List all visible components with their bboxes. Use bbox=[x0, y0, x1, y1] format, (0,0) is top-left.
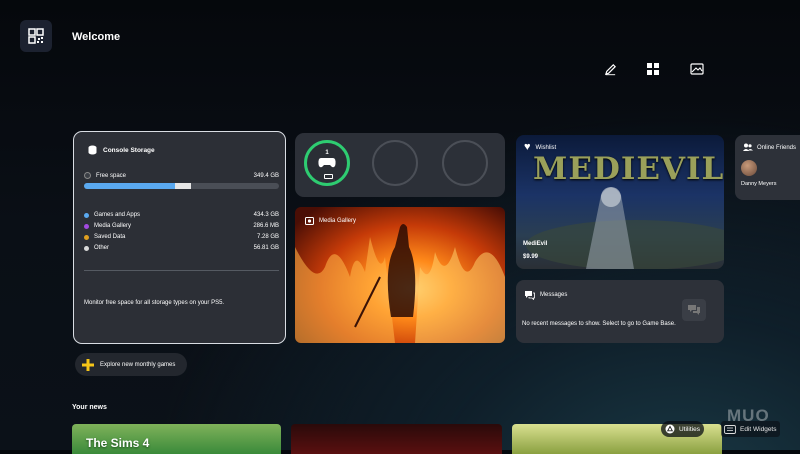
chat-icon bbox=[525, 291, 535, 300]
wishlist-price: $9.99 bbox=[523, 254, 539, 260]
storage-bar-used bbox=[84, 183, 192, 189]
page-title: Welcome bbox=[72, 31, 121, 43]
storage-item-value: 286.6 MB bbox=[253, 223, 279, 229]
storage-footer: Monitor free space for all storage types… bbox=[84, 300, 225, 306]
media-gallery-card[interactable]: Media Gallery bbox=[295, 207, 505, 343]
options-button-icon bbox=[724, 424, 736, 434]
storage-item: Media Gallery 286.6 MB bbox=[84, 223, 279, 229]
storage-dot bbox=[84, 223, 89, 229]
storage-item-value: 7.28 GB bbox=[256, 234, 279, 240]
friends-title: Online Friends bbox=[757, 144, 797, 151]
free-space-label: Free space bbox=[96, 172, 127, 179]
controller-slot-3[interactable] bbox=[442, 140, 488, 186]
storage-bar bbox=[84, 183, 279, 189]
wishlist-card[interactable]: MEDIEVIL ♥ Wishlist MediEvil $9.99 bbox=[516, 135, 724, 269]
free-space-row: Free space 349.4 GB bbox=[84, 172, 279, 179]
edit-widgets-hint[interactable]: Edit Widgets bbox=[721, 421, 780, 437]
news-section-title: Your news bbox=[72, 404, 107, 411]
storage-dot bbox=[84, 212, 89, 218]
messages-placeholder-icon bbox=[682, 299, 706, 321]
storage-item-label: Games and Apps bbox=[94, 212, 141, 218]
friend-name: Danny Meyers bbox=[741, 181, 777, 187]
gamepad-icon bbox=[318, 158, 336, 168]
chat-bubbles-icon bbox=[688, 305, 700, 315]
storage-title: Console Storage bbox=[103, 146, 155, 154]
storage-item-value: 434.3 GB bbox=[253, 212, 279, 218]
friends-header: Online Friends bbox=[743, 143, 796, 152]
storage-item-label: Media Gallery bbox=[94, 223, 132, 229]
storage-item-value: 56.81 GB bbox=[253, 245, 279, 251]
wishlist-title: Wishlist bbox=[535, 144, 557, 151]
free-space-value: 349.4 GB bbox=[253, 172, 279, 179]
gallery-icon bbox=[305, 217, 314, 225]
edit-widgets-label: Edit Widgets bbox=[740, 425, 777, 433]
media-gallery-header: Media Gallery bbox=[305, 217, 356, 225]
messages-body: No recent messages to show. Select to go… bbox=[522, 321, 676, 327]
utilities-label: Utilities bbox=[679, 425, 700, 433]
free-space-dot bbox=[84, 172, 91, 179]
utilities-hint[interactable]: Utilities bbox=[661, 421, 704, 437]
wishlist-game-name: MediEvil bbox=[523, 241, 548, 247]
messages-card[interactable]: Messages No recent messages to show. Sel… bbox=[516, 280, 724, 343]
storage-icon bbox=[88, 145, 97, 155]
media-gallery-title: Media Gallery bbox=[319, 218, 357, 224]
messages-header: Messages bbox=[524, 290, 567, 300]
image-icon bbox=[690, 63, 704, 75]
control-center-icon[interactable] bbox=[20, 20, 52, 52]
heart-icon: ♥ bbox=[524, 141, 531, 153]
storage-header: Console Storage bbox=[88, 145, 155, 155]
fire-artwork bbox=[295, 224, 505, 343]
console-storage-card[interactable]: Console Storage Free space 349.4 GB Game… bbox=[73, 131, 286, 344]
storage-item-label: Other bbox=[94, 245, 110, 251]
qr-icon bbox=[28, 28, 44, 44]
wishlist-header: ♥ Wishlist bbox=[524, 141, 557, 153]
storage-item: Other 56.81 GB bbox=[84, 245, 279, 251]
explore-monthly-games-button[interactable]: Explore new monthly games bbox=[75, 353, 187, 376]
grid-icon bbox=[647, 63, 659, 75]
triangle-button-icon bbox=[665, 424, 675, 434]
divider bbox=[84, 270, 279, 271]
layout-button[interactable] bbox=[644, 60, 662, 78]
ps-plus-icon bbox=[82, 358, 94, 371]
friends-icon bbox=[743, 143, 753, 151]
storage-item: Games and Apps 434.3 GB bbox=[84, 212, 279, 218]
controller-slot-2[interactable] bbox=[372, 140, 418, 186]
pencil-icon bbox=[604, 63, 616, 75]
controller-number: 1 bbox=[325, 150, 329, 156]
edit-button[interactable] bbox=[601, 60, 619, 78]
wallpaper-button[interactable] bbox=[688, 60, 706, 78]
explore-label: Explore new monthly games bbox=[100, 361, 176, 368]
wishlist-game-logo: MEDIEVIL bbox=[533, 151, 724, 187]
messages-title: Messages bbox=[540, 292, 568, 298]
storage-dot bbox=[84, 234, 89, 240]
online-friends-card[interactable]: Online Friends Danny Meyers bbox=[735, 135, 800, 200]
controller-slot-1[interactable]: 1 bbox=[304, 140, 350, 186]
avatar bbox=[741, 160, 757, 176]
storage-dot bbox=[84, 245, 89, 251]
battery-icon bbox=[324, 174, 333, 179]
storage-item-label: Saved Data bbox=[94, 234, 126, 240]
storage-item: Saved Data 7.28 GB bbox=[84, 234, 279, 240]
news-thumb-text: The Sims 4 bbox=[86, 436, 150, 450]
